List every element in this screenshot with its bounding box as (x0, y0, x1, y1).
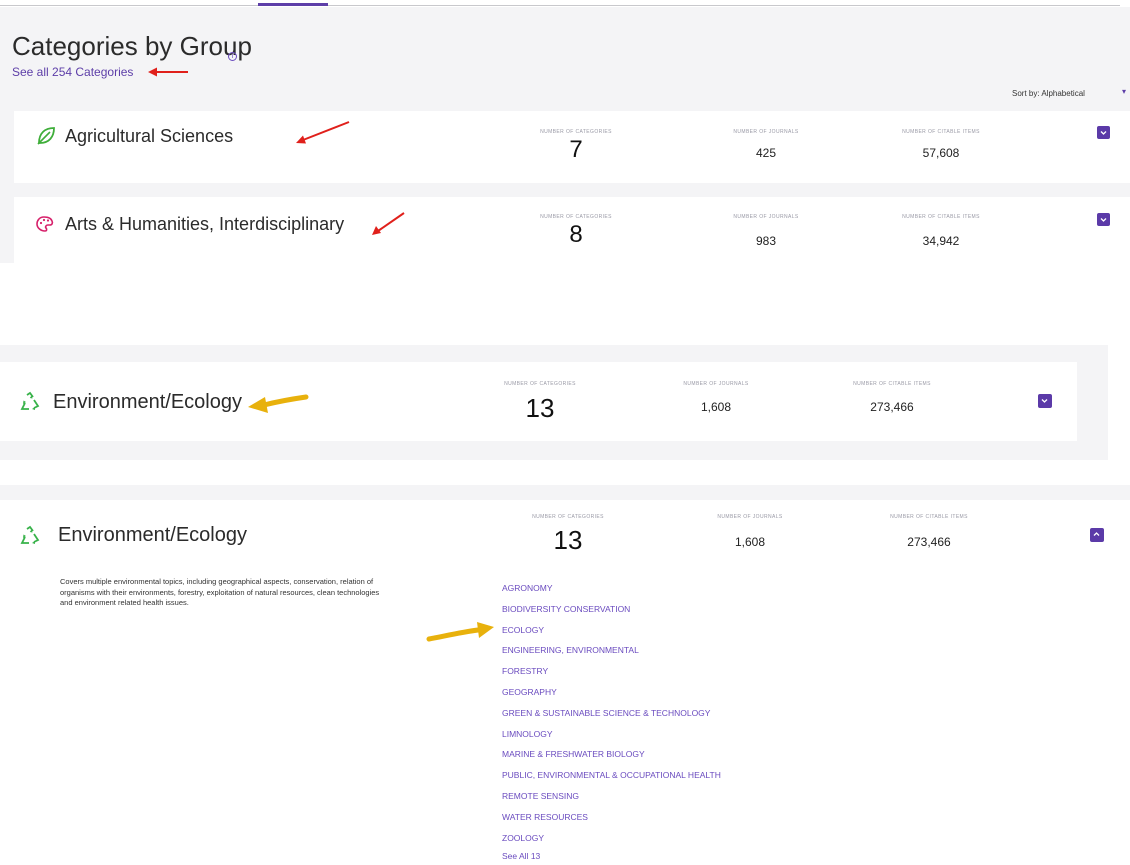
category-link[interactable]: GEOGRAPHY (502, 687, 721, 708)
chevron-up-icon (1093, 532, 1100, 536)
stat-label-categories: NUMBER OF CATEGORIES (504, 381, 576, 387)
category-link[interactable]: WATER RESOURCES (502, 812, 721, 833)
chevron-down-icon[interactable]: ▾ (1122, 87, 1126, 96)
category-list: AGRONOMY BIODIVERSITY CONSERVATION ECOLO… (502, 583, 721, 853)
group-card-environment-ecology[interactable]: Environment/Ecology NUMBER OF CATEGORIES… (0, 362, 1077, 441)
leaf-icon (35, 125, 57, 147)
category-link[interactable]: ENGINEERING, ENVIRONMENTAL (502, 645, 721, 666)
expand-button[interactable] (1097, 213, 1110, 226)
sort-dropdown-label[interactable]: Sort by: Alphabetical (1012, 89, 1085, 98)
stat-value-journals: 1,608 (700, 400, 732, 414)
stat-value-categories: 8 (569, 221, 583, 248)
top-divider (0, 0, 1130, 6)
stat-label-citable-items: NUMBER OF CITABLE ITEMS (890, 514, 968, 520)
stat-value-citable-items: 57,608 (922, 146, 960, 160)
stat-value-citable-items: 273,466 (870, 400, 914, 414)
group-description: Covers multiple environmental topics, in… (60, 577, 380, 608)
stat-label-citable-items: NUMBER OF CITABLE ITEMS (902, 129, 980, 135)
group-card-arts-humanities[interactable]: Arts & Humanities, Interdisciplinary NUM… (14, 197, 1130, 263)
chevron-down-icon (1100, 218, 1107, 222)
stat-label-journals: NUMBER OF JOURNALS (733, 129, 799, 135)
stat-label-journals: NUMBER OF JOURNALS (717, 514, 783, 520)
group-name: Arts & Humanities, Interdisciplinary (65, 214, 345, 234)
category-link[interactable]: ECOLOGY (502, 625, 721, 646)
group-card-agricultural-sciences[interactable]: Agricultural Sciences NUMBER OF CATEGORI… (14, 111, 1130, 183)
stat-label-journals: NUMBER OF JOURNALS (683, 381, 749, 387)
category-link[interactable]: LIMNOLOGY (502, 729, 721, 750)
chevron-down-icon (1100, 131, 1107, 135)
see-all-categories-link[interactable]: See all 254 Categories (12, 65, 133, 79)
stat-label-categories: NUMBER OF CATEGORIES (540, 129, 612, 135)
category-link[interactable]: BIODIVERSITY CONSERVATION (502, 604, 721, 625)
stat-label-journals: NUMBER OF JOURNALS (733, 214, 799, 220)
active-tab-indicator (258, 3, 328, 6)
top-rule (0, 5, 1120, 6)
stat-value-journals: 983 (755, 234, 777, 248)
stat-value-categories: 13 (553, 525, 583, 555)
expand-button[interactable] (1097, 126, 1110, 139)
category-link[interactable]: PUBLIC, ENVIRONMENTAL & OCCUPATIONAL HEA… (502, 770, 721, 791)
info-icon[interactable]: i (228, 52, 237, 61)
stat-value-journals: 1,608 (734, 535, 766, 549)
recycle-icon (19, 391, 41, 413)
palette-icon (35, 214, 57, 236)
recycle-icon (19, 525, 41, 547)
stat-label-categories: NUMBER OF CATEGORIES (532, 514, 604, 520)
expand-button[interactable] (1038, 394, 1052, 408)
category-link[interactable]: MARINE & FRESHWATER BIOLOGY (502, 749, 721, 770)
stat-label-citable-items: NUMBER OF CITABLE ITEMS (853, 381, 931, 387)
stat-value-citable-items: 34,942 (922, 234, 960, 248)
stat-label-categories: NUMBER OF CATEGORIES (540, 214, 612, 220)
category-link[interactable]: AGRONOMY (502, 583, 721, 604)
page-title: Categories by Group (12, 31, 252, 61)
expanded-panel-top-background (0, 485, 1130, 500)
category-link[interactable]: REMOTE SENSING (502, 791, 721, 812)
stat-value-journals: 425 (755, 146, 777, 160)
stat-value-citable-items: 273,466 (907, 535, 951, 549)
see-all-categories-in-group-link[interactable]: See All 13 (502, 851, 540, 861)
group-name: Agricultural Sciences (65, 126, 234, 146)
group-name: Environment/Ecology (53, 391, 242, 413)
stat-value-categories: 7 (569, 136, 583, 163)
group-name: Environment/Ecology (58, 524, 247, 546)
chevron-down-icon (1041, 399, 1048, 403)
stat-value-categories: 13 (525, 393, 555, 423)
stat-label-citable-items: NUMBER OF CITABLE ITEMS (902, 214, 980, 220)
collapse-button[interactable] (1090, 528, 1104, 542)
category-link[interactable]: FORESTRY (502, 666, 721, 687)
category-link[interactable]: GREEN & SUSTAINABLE SCIENCE & TECHNOLOGY (502, 708, 721, 729)
